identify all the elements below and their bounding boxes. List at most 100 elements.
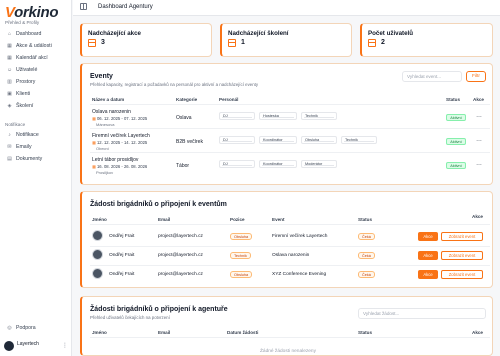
event-name[interactable]: Oslava narozenin [92,109,131,115]
stat-label: Nadcházející školení [228,30,289,37]
more-actions-icon[interactable]: … [476,137,482,143]
event-requests-panel: Žádosti brigádníků o připojení k eventům… [80,191,493,288]
action-button[interactable]: Akce [418,251,438,260]
position-badge: Technik [230,252,251,259]
event-date: ▦12. 12. 2025 - 14. 12. 2025 [92,140,148,145]
sidebar-section-notify: Notifikace [5,122,26,127]
sidebar-toggle-icon[interactable] [80,3,87,10]
column-header: Název a datum [92,97,125,102]
sidebar-item-users[interactable]: ☺ Uživatelé [2,65,70,75]
column-header: Kategorie [176,97,198,102]
event-location: Obecní [96,146,109,151]
staff-role-badge: Koordinátor [259,136,297,144]
sidebar-item-support[interactable]: ◎ Podpora [2,323,70,333]
document-icon: ▤ [7,156,12,162]
event-location: Prosiljkov [96,170,114,175]
action-button[interactable]: Akce [418,270,438,279]
more-icon[interactable]: ⋮ [62,342,68,349]
agency-requests-panel: Žádosti brigádníků o připojení k agentuř… [80,296,493,356]
agency-requests-subtitle: Přehled uživatelů čekajících na potvrzen… [90,315,170,320]
staff-role-badge: DJ [219,112,255,120]
briefcase-icon: ▣ [7,91,12,97]
page-title: Dashboard Agentury [98,4,153,10]
sidebar-item-clients[interactable]: ▣ Klienti [2,89,70,99]
view-event-button[interactable]: Zobrazit event [441,251,483,260]
calendar-icon: ▦ [92,164,96,169]
app-logo[interactable]: Vorkino [5,4,59,21]
sidebar-item-notifications[interactable]: ♪ Notifikace [2,130,70,140]
status-badge: Aktivní [446,138,466,145]
event-category: Oslava [176,115,192,121]
view-event-button[interactable]: Zobrazit event [441,270,483,279]
sidebar-item-training[interactable]: ◈ Školení [2,101,70,111]
calendar-icon: ▦ [92,116,96,121]
staff-role-badge: Technik [301,112,337,120]
divider [90,246,490,247]
status-badge: Čeká [358,271,375,278]
filter-button[interactable]: Filtr [466,71,486,82]
sidebar-item-events[interactable]: ▦ Akce & události [2,41,70,51]
column-header: Personál [219,97,239,102]
column-header: Datum žádosti [227,330,259,335]
staff-role-badge: DJ [219,136,255,144]
status-badge: Aktivní [446,114,466,121]
position-badge: Obsluha [230,271,253,278]
avatar [92,230,103,241]
event-name[interactable]: Letní tábor prosidljov [92,157,138,163]
sidebar-item-dashboard[interactable]: ⌂ Dashboard [2,29,70,39]
applicant-email: project@layertech.cz [158,234,203,239]
sidebar-item-calendar[interactable]: ▦ Kalendář akcí [2,53,70,63]
column-header: Status [358,330,373,335]
home-icon: ⌂ [7,31,12,37]
event-name: XYZ Conference Evening [272,272,327,277]
sidebar-item-emails[interactable]: ✉ Emaily [2,142,70,152]
event-name: Oslava narozenin [272,253,310,258]
empty-state: Žádné žádosti nenalezeny [260,349,317,354]
sidebar-section-main: Přehled & Profily [5,20,40,25]
status-badge: Aktivní [446,162,466,169]
agency-requests-search-input[interactable] [358,308,486,319]
staff-role-badge: Moderátor [301,160,337,168]
column-header: Email [158,330,171,335]
topbar: Dashboard Agentury [73,0,500,16]
event-date: ▦06. 12. 2025 - 07. 12. 2025 [92,116,148,121]
column-header: Jméno [92,217,107,222]
column-header: Email [158,217,171,222]
agency-requests-title: Žádosti brigádníků o připojení k agentuř… [90,306,228,313]
divider [90,104,490,105]
calendar-icon: ▦ [7,55,12,61]
sidebar-item-venues[interactable]: ▥ Prostory [2,77,70,87]
action-button[interactable]: Akce [418,232,438,241]
more-actions-icon[interactable]: … [476,161,482,167]
stat-label: Počet uživatelů [368,30,414,37]
user-menu[interactable]: Layertech ⋮ [4,339,70,354]
events-title: Eventy [90,73,113,80]
mail-icon: ✉ [7,144,12,150]
divider [90,224,490,225]
bell-icon: ♪ [8,132,11,138]
calendar-icon: ▦ [92,140,96,145]
stat-card-user-count: Počet uživatelů 2 [360,23,493,57]
sidebar: Vorkino Přehled & Profily ⌂ Dashboard ▦ Ak… [0,0,72,356]
event-name[interactable]: Firemní večírek Layertech [92,133,150,139]
users-icon: ☺ [6,67,13,73]
calendar-icon [228,39,236,47]
divider [90,265,490,266]
stat-card-upcoming-trainings: Nadcházející školení 1 [220,23,352,57]
stat-value: 1 [241,39,245,46]
stat-value: 2 [381,39,385,46]
avatar [4,341,14,351]
more-actions-icon[interactable]: … [476,113,482,119]
sidebar-item-documents[interactable]: ▤ Dokumenty [2,154,70,164]
stat-value: 3 [101,39,105,46]
staff-role-badge: Technik [341,136,377,144]
applicant-email: project@layertech.cz [158,272,203,277]
event-date: ▦16. 08. 2026 - 26. 08. 2026 [92,164,148,169]
events-search-input[interactable] [402,71,462,82]
calendar-icon [88,39,96,47]
calendar-icon [368,39,376,47]
applicant-name: Ondřej Frait [109,253,135,258]
graduation-icon: ◈ [7,103,12,109]
staff-role-badge: Hosteska [259,112,297,120]
view-event-button[interactable]: Zobrazit event [441,232,483,241]
